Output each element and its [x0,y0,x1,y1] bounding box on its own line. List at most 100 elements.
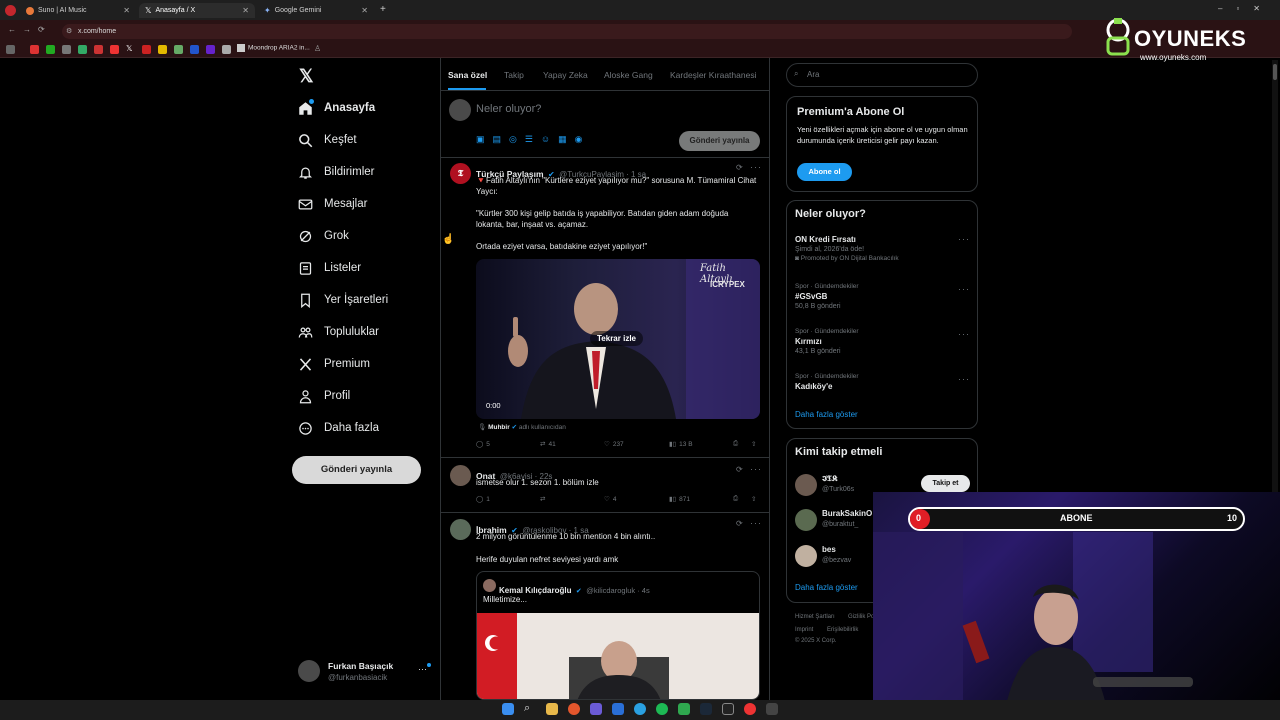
trend-more-icon[interactable]: ··· [958,329,970,339]
avatar[interactable] [298,660,320,682]
gmail-icon[interactable] [30,45,39,54]
bookmark-icon[interactable] [206,45,215,54]
nav-buttons[interactable]: ←→⟳ [8,25,52,34]
window-controls[interactable]: –▫✕ [1218,4,1274,13]
reply-button[interactable]: ◯ 1 [476,495,490,504]
grok-explain-icon[interactable]: ⟳ [736,519,743,528]
post-more-icon[interactable]: ··· [750,464,762,474]
file-explorer-icon[interactable] [546,703,558,715]
x-bookmark-icon[interactable]: 𝕏 [126,44,132,53]
bookmark-icon[interactable] [46,45,55,54]
post-button[interactable]: Gönderi yayınla [292,456,421,484]
tab-gemini[interactable]: ✦ Google Gemini ✕ [258,3,374,18]
avatar[interactable] [795,509,817,531]
compose-post-button[interactable]: Gönderi yayınla [679,131,760,151]
close-tab-icon[interactable]: ✕ [242,6,249,15]
trend-item[interactable]: ON Kredi Fırsatı Şimdi al, 2026'da öde! … [795,235,899,262]
trend-more-icon[interactable]: ··· [958,374,970,384]
post-more-icon[interactable]: ··· [750,162,762,172]
nav-profile[interactable]: Profil [298,384,350,408]
trend-item[interactable]: Spor · Gündemdekiler #GSvGB 50,8 B gönde… [795,283,859,310]
tab-x-home[interactable]: 𝕏 Anasayfa / X ✕ [139,3,255,18]
footer-privacy-link[interactable]: Gizlilik Po [848,614,874,620]
site-info-icon[interactable]: ⚙ [66,27,72,35]
nav-grok[interactable]: Grok [298,224,349,248]
show-more-trends-link[interactable]: Daha fazla göster [795,410,858,419]
account-name[interactable]: Furkan Başıaçık [328,661,393,671]
bookmark-icon[interactable] [174,45,183,54]
suggested-user-name[interactable]: 𝕴𝕿𝕶 [822,474,838,484]
post-video[interactable]: Fatih Altaylı ICRYPEX Tekrar izle 0:00 [476,259,760,419]
bookmark-icon[interactable] [94,45,103,54]
grok-explain-icon[interactable]: ⟳ [736,163,743,172]
footer-imprint-link[interactable]: Imprint [795,627,813,633]
footer-accessibility-link[interactable]: Erişilebilirlik [827,627,858,633]
new-tab-icon[interactable]: + [380,4,386,15]
avatar[interactable] [795,474,817,496]
youtube-icon[interactable] [110,45,119,54]
replay-button[interactable]: Tekrar izle [590,331,643,346]
compose-input[interactable]: Neler oluyor? [476,103,541,115]
telegram-icon[interactable] [634,703,646,715]
search-icon[interactable]: ⌕ [524,702,530,715]
avatar[interactable] [795,545,817,567]
bookmark-moondrop[interactable]: Moondrop ARIA2 in... [237,44,310,52]
bookmark-icon[interactable] [78,45,87,54]
tab-yapay-zeka[interactable]: Yapay Zeka [543,70,588,80]
bookmark-icon[interactable] [190,45,199,54]
nav-messages[interactable]: Mesajlar [298,192,367,216]
views-button[interactable]: ▮▯ 13 B [669,440,693,449]
grok-explain-icon[interactable]: ⟳ [736,465,743,474]
tab-suno[interactable]: Suno | AI Music ✕ [20,3,136,18]
folder-icon[interactable] [158,45,167,54]
scrollbar-thumb[interactable] [1273,64,1277,80]
like-button[interactable]: ♡ 237 [604,440,624,449]
avatar[interactable] [450,519,471,540]
app-icon[interactable] [612,703,624,715]
avatar[interactable]: 𝕿 [450,163,471,184]
x-logo-icon[interactable]: 𝕏 [299,66,314,87]
share-button[interactable]: ⇧ [751,440,756,448]
spotify-icon[interactable] [656,703,668,715]
suggested-user-name[interactable]: bes [822,545,836,554]
bookmark-icon[interactable] [222,45,231,54]
close-tab-icon[interactable]: ✕ [123,6,130,15]
app-icon[interactable] [590,703,602,715]
bookmark-icon[interactable] [142,45,151,54]
views-button[interactable]: ▮▯ 871 [669,495,690,504]
chrome-icon[interactable] [568,703,580,715]
app-icon[interactable] [766,703,778,715]
tab-for-you[interactable]: Sana özel [448,70,487,80]
repost-button[interactable]: ⇄ 41 [540,440,556,449]
nav-communities[interactable]: Topluluklar [298,320,379,344]
suggested-user-name[interactable]: BurakSakinO [822,509,872,518]
like-button[interactable]: ♡ 4 [604,495,616,504]
share-button[interactable]: ⇧ [751,495,756,503]
nav-bookmarks[interactable]: Yer İşaretleri [298,288,388,312]
tab-search-button[interactable] [5,5,16,16]
steam-icon[interactable] [700,703,712,715]
reply-button[interactable]: ◯ 5 [476,440,490,449]
tab-kardesler[interactable]: Kardeşler Kıraathanesi [670,70,756,80]
quoted-post[interactable]: Kemal Kılıçdaroğlu ✔ @kilicdarogluk · 4s… [476,571,760,700]
close-tab-icon[interactable]: ✕ [361,6,368,15]
bookmark-button[interactable]: ⎙ [733,440,738,448]
app-icon[interactable] [722,703,734,715]
subscribe-button[interactable]: Abone ol [797,163,852,181]
nav-notifications[interactable]: Bildirimler [298,160,374,184]
app-icon[interactable] [744,703,756,715]
nav-more[interactable]: Daha fazla [298,416,379,440]
trend-item[interactable]: Spor · Gündemdekiler Kırmızı 43,1 B gönd… [795,328,859,355]
url-input[interactable]: x.com/home [62,24,1072,39]
apps-icon[interactable] [6,45,15,54]
bookmark-person-icon[interactable]: ♙ [314,44,321,53]
bookmark-icon[interactable] [62,45,71,54]
footer-terms-link[interactable]: Hizmet Şartları [795,614,835,620]
avatar[interactable] [450,465,471,486]
nav-premium[interactable]: Premium [298,352,370,376]
video-attribution[interactable]: 🎙 Muhbir ✔ adlı kullanıcıdan [478,423,566,431]
follow-button[interactable]: Takip et [921,475,970,492]
repost-button[interactable]: ⇄ [540,495,545,503]
account-menu-icon[interactable]: ··· [418,664,427,674]
trend-more-icon[interactable]: ··· [958,284,970,294]
